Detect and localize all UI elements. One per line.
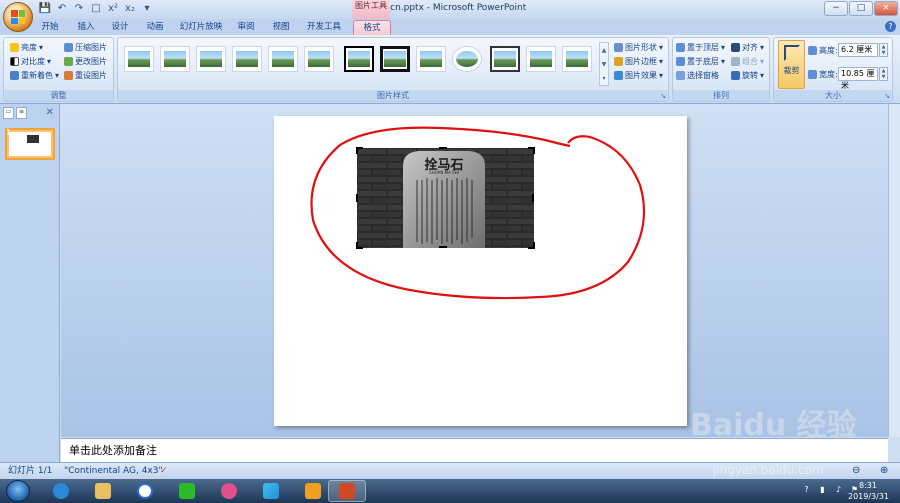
volume-tray-icon[interactable]: ♪: [833, 484, 844, 495]
office-logo-icon: [11, 10, 25, 24]
taskbar-app7[interactable]: [294, 480, 332, 502]
network-tray-icon[interactable]: ▮: [817, 484, 828, 495]
ie-icon: [53, 483, 69, 499]
taskbar-explorer[interactable]: [84, 480, 122, 502]
taskbar-player[interactable]: [252, 480, 290, 502]
taskbar: ? ▮ ♪ ⚑ 8:31 2019/3/31: [0, 479, 900, 503]
zoom-out-icon[interactable]: ⊖: [852, 463, 860, 479]
app3-icon: [137, 483, 153, 499]
baidu-watermark: Baidu 经验: [690, 408, 857, 443]
zoom-in-icon[interactable]: ⊕: [880, 463, 888, 479]
clock[interactable]: 8:31 2019/3/31: [848, 480, 890, 502]
player-icon: [263, 483, 279, 499]
taskbar-iqiyi[interactable]: [168, 480, 206, 502]
clock-date: 2019/3/31: [848, 492, 890, 501]
clock-time: 8:31: [859, 481, 877, 490]
app7-icon: [305, 483, 321, 499]
spellcheck-icon[interactable]: ✓: [160, 463, 168, 479]
taskbar-app3[interactable]: [126, 480, 164, 502]
baidu-watermark-url: jingyan.baidu.com: [713, 463, 824, 477]
app5-icon: [221, 483, 237, 499]
taskbar-ie[interactable]: [42, 480, 80, 502]
office-button[interactable]: [3, 2, 33, 32]
powerpoint-icon: [339, 483, 355, 499]
help-tray-icon[interactable]: ?: [801, 484, 812, 495]
folder-icon: [95, 483, 111, 499]
slide-count: 幻灯片 1/1: [8, 466, 53, 476]
iqiyi-icon: [179, 483, 195, 499]
taskbar-powerpoint[interactable]: [328, 480, 366, 502]
taskbar-app5[interactable]: [210, 480, 248, 502]
theme-name: "Continental AG, 4x3": [64, 466, 163, 476]
start-button[interactable]: [6, 480, 30, 502]
